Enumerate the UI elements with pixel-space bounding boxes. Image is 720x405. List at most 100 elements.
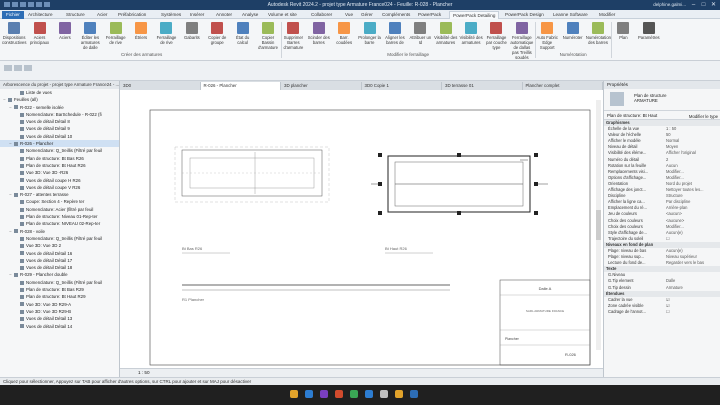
document-tab-0[interactable]: 3D0 xyxy=(120,82,201,90)
tree-item[interactable]: − R-029 - Plancher double xyxy=(0,271,119,278)
slab-view-top[interactable] xyxy=(371,153,548,215)
ribbon-button-20[interactable]: Ferraillage automatique de dallas pas Tr… xyxy=(510,22,534,60)
taskbar-app-icon[interactable] xyxy=(305,390,313,398)
ribbon-button-7[interactable]: Gabarits xyxy=(180,22,204,50)
tree-item[interactable]: Vues de détail Détail 14 xyxy=(0,323,119,330)
sheet-drawing[interactable]: Bt Bas R26 Bt Haut R26 R1 Plancher Dalle… xyxy=(120,90,603,368)
ribbon-button-16[interactable]: Attribuer un Id xyxy=(408,22,432,50)
ribbon-button-12[interactable]: Scinder des barres xyxy=(307,22,331,50)
type-selector[interactable]: Plan de structure ARMATURE xyxy=(604,89,720,111)
user-name[interactable]: delphine.galmi... xyxy=(653,2,686,7)
tree-item[interactable]: Nomenclature: Q_treillis (Filtré par feu… xyxy=(0,235,119,242)
tree-item[interactable]: Plan de structure: Bt Bas R29 xyxy=(0,286,119,293)
document-tab-2[interactable]: 3D plancher xyxy=(281,82,362,90)
ribbon-button-9[interactable]: État du calcul xyxy=(230,22,254,50)
minimize-icon[interactable]: – xyxy=(689,1,698,9)
ribbon-tab-4[interactable]: Préfabrication xyxy=(118,11,146,19)
tree-item[interactable]: Vue 3D: Vue 3D 2 xyxy=(0,242,119,249)
tree-item[interactable]: Plan de structure: NIVEAU 02-Rep-ter xyxy=(0,220,119,227)
taskbar-app-icon[interactable] xyxy=(335,390,343,398)
slab-view-bottom[interactable] xyxy=(174,146,330,203)
ribbon-button-24[interactable]: Plan xyxy=(611,22,635,50)
tree-item[interactable]: Coupe: Section 4 - Repère ter xyxy=(0,198,119,205)
ribbon-tab-15[interactable]: PowerPack Detailing xyxy=(449,11,500,19)
ribbon-tab-5[interactable]: Systèmes xyxy=(161,11,181,19)
ribbon-button-25[interactable]: Paramètres xyxy=(637,22,661,50)
ribbon-button-10[interactable]: Copier Bassin d'armature xyxy=(256,22,280,50)
ribbon-button-18[interactable]: Visibilité des armatures xyxy=(459,22,483,50)
ribbon-button-6[interactable]: Ferraillage de rive xyxy=(154,22,178,50)
property-row[interactable]: Cadrage de l'annot... ☐ xyxy=(604,309,720,315)
tree-item[interactable]: − R-022 - semelle isolée xyxy=(0,104,119,111)
filter-icon[interactable] xyxy=(24,65,32,71)
tree-item[interactable]: − R-026 - Plancher xyxy=(0,140,119,148)
instance-selector[interactable]: Plan de structure: Bt Haut Modifier le t… xyxy=(604,111,720,120)
ribbon-button-15[interactable]: Aligner les barres de xyxy=(383,22,407,50)
ribbon-tab-6[interactable]: Insérer xyxy=(190,11,204,19)
ribbon-tab-8[interactable]: Analyse xyxy=(242,11,258,19)
tree-item[interactable]: Nomenclature: Acier (filtré par feuil xyxy=(0,206,119,213)
ribbon-button-0[interactable]: Dispositions constructives xyxy=(2,22,26,50)
tree-item[interactable]: Vues de détail Détail 10 xyxy=(0,133,119,140)
ribbon-tab-3[interactable]: Acier xyxy=(97,11,107,19)
tree-item[interactable]: Vues de détail Détail 16 xyxy=(0,250,119,257)
ribbon-tab-13[interactable]: Compléments xyxy=(382,11,410,19)
view-scale[interactable]: 1 : 50 xyxy=(138,370,150,375)
taskbar-app-icon[interactable] xyxy=(350,390,358,398)
document-tab-5[interactable]: Plancher complet xyxy=(523,82,603,90)
tree-item[interactable]: Plan de structure: Niveau 01-Rep-ter xyxy=(0,213,119,220)
ribbon-tab-18[interactable]: Modifier xyxy=(599,11,615,19)
tree-item[interactable]: Nomenclature: BarSchedule - R-022 (fi xyxy=(0,111,119,118)
ribbon-button-13[interactable]: Barr. coudées xyxy=(332,22,356,50)
property-value[interactable]: ☐ xyxy=(666,309,718,315)
ribbon-button-1[interactable]: Aciers principaux xyxy=(27,22,51,50)
taskbar-app-icon[interactable] xyxy=(290,390,298,398)
taskbar-app-icon[interactable] xyxy=(410,390,418,398)
ribbon-button-2[interactable]: Aciers xyxy=(53,22,77,50)
ribbon-tab-2[interactable]: Structure xyxy=(66,11,85,19)
ribbon-button-8[interactable]: Copier de groupe xyxy=(205,22,229,50)
drawing-canvas[interactable]: Bt Bas R26 Bt Haut R26 R1 Plancher Dalle… xyxy=(120,90,603,368)
ribbon-button-22[interactable]: Numéroter xyxy=(560,22,584,50)
tree-item[interactable]: Vues de détail coupe H R26 xyxy=(0,177,119,184)
tree-item[interactable]: Vues de détail Détail 18 xyxy=(0,264,119,271)
ribbon-tab-9[interactable]: Volume et site xyxy=(268,11,297,19)
ribbon-tab-16[interactable]: PowerPack Design xyxy=(505,11,544,19)
ribbon-tab-1[interactable]: Architecture xyxy=(28,11,53,19)
ribbon-tab-7[interactable]: Annoter xyxy=(216,11,232,19)
ribbon-button-21[interactable]: Auto Fabric Edge Support xyxy=(535,22,559,50)
ribbon-tab-12[interactable]: Gérer xyxy=(361,11,373,19)
close-icon[interactable]: ✕ xyxy=(709,1,718,9)
ribbon-button-3[interactable]: Éditer les armatures de dalle xyxy=(78,22,102,50)
tree-item[interactable]: Plan de structure: Bt Haut R26 xyxy=(0,162,119,169)
tree-item[interactable]: Vue 3D: Vue 3D R29-A xyxy=(0,301,119,308)
ribbon-button-19[interactable]: Ferraillage par couche type xyxy=(484,22,508,50)
taskbar-app-icon[interactable] xyxy=(320,390,328,398)
taskbar-app-icon[interactable] xyxy=(395,390,403,398)
tree-item[interactable]: Plan de structure: Bt Haut R29 xyxy=(0,293,119,300)
taskbar-app-icon[interactable] xyxy=(380,390,388,398)
tree-item[interactable]: Vues de détail Détail 17 xyxy=(0,257,119,264)
document-tab-1[interactable]: R-026 - Plancher xyxy=(200,82,281,90)
modify-icon[interactable] xyxy=(4,65,12,71)
ribbon-button-11[interactable]: Supprimer Barres d'armature xyxy=(281,22,305,50)
select-icon[interactable] xyxy=(14,65,22,71)
ribbon-button-4[interactable]: Ferraillage de rive xyxy=(104,22,128,50)
ribbon-tab-14[interactable]: PowerPack xyxy=(418,11,441,19)
tree-item[interactable]: Nomenclature: Q_treillis (Filtré par feu… xyxy=(0,147,119,154)
ribbon-button-23[interactable]: Numérotation des barres xyxy=(586,22,611,50)
tree-item[interactable]: − R-028 - voile xyxy=(0,228,119,235)
tree-item[interactable]: Vues de détail Détail 9 xyxy=(0,125,119,132)
tree-item[interactable]: Vue 3D: Vue 3D R29-B xyxy=(0,308,119,315)
ribbon-tab-11[interactable]: Vue xyxy=(345,11,353,19)
tree-item[interactable]: Vues de détail coupe V R26 xyxy=(0,184,119,191)
ribbon-button-14[interactable]: Prolonger la barre xyxy=(357,22,381,50)
tree-item[interactable]: Vue 3D: Vue 3D -R26 xyxy=(0,169,119,176)
maximize-icon[interactable]: □ xyxy=(699,1,708,9)
tree-item[interactable]: Vues de détail Détail 8 xyxy=(0,118,119,125)
ribbon-tab-0[interactable]: Fichier xyxy=(2,11,24,19)
ribbon-button-5[interactable]: Étriers xyxy=(129,22,153,50)
tree-item[interactable]: Nomenclature: Q_treillis (Filtré par feu… xyxy=(0,279,119,286)
tree-item[interactable]: − R-027 - attentes terrasse xyxy=(0,191,119,198)
tree-item[interactable]: − Feuilles (all) xyxy=(0,96,119,103)
